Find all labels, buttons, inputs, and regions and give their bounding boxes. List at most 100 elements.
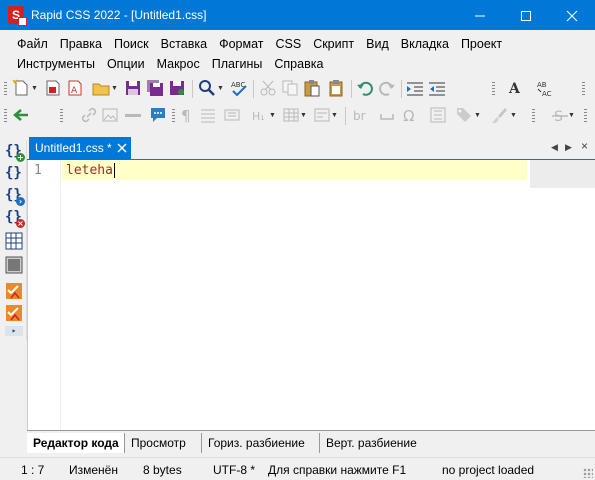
toolbar-grip[interactable] — [530, 107, 537, 125]
code-minimap[interactable] — [530, 160, 595, 188]
copy-button[interactable] — [281, 79, 299, 97]
open-button[interactable] — [92, 79, 110, 97]
special-chars-button[interactable]: Ω — [401, 106, 419, 125]
resize-grip-icon[interactable] — [583, 468, 593, 478]
toolbar-grip[interactable] — [580, 80, 587, 98]
tab-horizontal-split[interactable]: Гориз. разбиение — [201, 433, 311, 453]
table-dropdown[interactable]: ▼ — [300, 107, 307, 125]
undo-button[interactable] — [356, 79, 374, 97]
tab-code-editor[interactable]: Редактор кода — [27, 433, 125, 453]
toolbar-grip[interactable] — [2, 107, 9, 125]
strikethrough-icon: S — [552, 109, 568, 125]
tab-preview[interactable]: Просмотр — [124, 433, 192, 453]
replace-case-button[interactable]: AB AC — [536, 79, 554, 98]
go-to-rule-button[interactable]: {} › — [5, 186, 25, 206]
font-button[interactable]: A — [508, 79, 526, 97]
save-all-button[interactable] — [146, 79, 164, 97]
layout-grid-button[interactable] — [5, 232, 23, 250]
menu-css[interactable]: CSS — [275, 35, 301, 55]
spell-check-button[interactable]: ABC — [230, 79, 248, 97]
tab-vertical-split[interactable]: Верт. разбиение — [319, 433, 423, 453]
menu-edit[interactable]: Правка — [60, 35, 102, 55]
menu-view[interactable]: Вид — [366, 35, 389, 55]
table-button[interactable] — [282, 106, 300, 124]
heading-dropdown[interactable]: ▼ — [269, 107, 276, 125]
maximize-button[interactable] — [503, 0, 549, 30]
toolbar-grip[interactable] — [490, 80, 497, 98]
back-button[interactable] — [12, 106, 30, 124]
menu-format[interactable]: Формат — [219, 35, 263, 55]
close-tab-button[interactable] — [116, 142, 128, 154]
menu-options[interactable]: Опции — [107, 55, 145, 75]
toolbar-grip[interactable] — [170, 107, 177, 125]
find-button[interactable] — [198, 79, 216, 97]
toolbar-grip[interactable] — [58, 107, 65, 125]
form-button[interactable] — [313, 106, 331, 124]
open-dropdown[interactable]: ▼ — [111, 80, 118, 98]
rule-block-button[interactable]: {} — [5, 164, 23, 182]
validate-button[interactable] — [5, 282, 23, 300]
tab-scroll-left-icon[interactable]: ◀ — [551, 142, 558, 153]
new-pdf-button[interactable]: A — [66, 79, 84, 97]
paragraph-button[interactable]: ¶ — [178, 106, 196, 125]
brush-button[interactable] — [490, 106, 508, 124]
menu-project[interactable]: Проект — [461, 35, 502, 55]
toolbar-separator — [401, 80, 402, 98]
minimize-button[interactable] — [457, 0, 503, 30]
brush-dropdown[interactable]: ▼ — [510, 107, 517, 125]
more-tools-button[interactable]: ▸ — [5, 326, 23, 336]
line-break-button[interactable]: br — [352, 106, 370, 124]
code-editor[interactable]: 1 leteha — [27, 160, 595, 430]
find-dropdown[interactable]: ▼ — [217, 80, 224, 98]
tag-dropdown[interactable]: ▼ — [474, 107, 481, 125]
new-from-template-button[interactable] — [44, 79, 62, 97]
paste-button[interactable] — [303, 79, 321, 97]
tab-untitled1[interactable]: Untitled1.css * — [29, 137, 131, 160]
delete-rule-button[interactable]: {} × — [5, 208, 25, 228]
close-active-tab-icon[interactable]: × — [581, 139, 588, 153]
toolbar-grip[interactable] — [582, 107, 589, 125]
non-breaking-space-button[interactable] — [378, 106, 396, 124]
image-button[interactable] — [101, 106, 119, 124]
list-button[interactable] — [199, 106, 217, 124]
cut-button[interactable] — [259, 79, 277, 97]
validate-all-button[interactable] — [5, 304, 23, 322]
toolbar-grip[interactable] — [2, 80, 9, 98]
save-as-button[interactable] — [168, 79, 186, 97]
form-dropdown[interactable]: ▼ — [331, 107, 338, 125]
add-rule-button[interactable]: {} + — [5, 142, 25, 162]
strikethrough-dropdown[interactable]: ▼ — [568, 107, 575, 125]
link-button[interactable] — [80, 106, 98, 124]
menu-tab[interactable]: Вкладка — [401, 35, 449, 55]
paste-special-button[interactable] — [327, 79, 345, 97]
menu-script[interactable]: Скрипт — [313, 35, 354, 55]
menu-help[interactable]: Справка — [274, 55, 323, 75]
new-file-dropdown[interactable]: ▼ — [31, 80, 38, 98]
menu-file[interactable]: Файл — [17, 35, 48, 55]
tab-scroll-right-icon[interactable]: ▶ — [565, 142, 572, 153]
align-button[interactable] — [223, 106, 241, 124]
menu-plugins[interactable]: Плагины — [212, 55, 263, 75]
menu-insert[interactable]: Вставка — [161, 35, 207, 55]
close-window-button[interactable] — [549, 0, 595, 30]
app-logo-icon[interactable]: S — [8, 6, 27, 26]
horizontal-rule-button[interactable] — [124, 106, 142, 124]
indent-button[interactable] — [406, 79, 424, 97]
save-button[interactable] — [124, 79, 142, 97]
style-button[interactable] — [429, 106, 447, 124]
menu-bar: Файл Правка Поиск Вставка Формат CSS Скр… — [0, 32, 595, 74]
menu-macro[interactable]: Макрос — [157, 55, 200, 75]
menu-search[interactable]: Поиск — [114, 35, 149, 55]
outdent-button[interactable] — [428, 79, 446, 97]
comment-button[interactable] — [149, 106, 167, 124]
menu-tools[interactable]: Инструменты — [17, 55, 95, 75]
validate-all-icon — [6, 305, 22, 321]
tag-button[interactable] — [455, 106, 473, 124]
redo-button[interactable] — [378, 79, 396, 97]
box-model-button[interactable] — [5, 256, 23, 274]
strikethrough-button[interactable]: S — [551, 106, 569, 125]
encoding-status[interactable]: UTF-8 * — [213, 463, 255, 477]
code-line[interactable]: leteha — [66, 163, 113, 178]
heading-button[interactable]: H₁ — [251, 106, 269, 124]
new-file-button[interactable] — [12, 79, 30, 97]
